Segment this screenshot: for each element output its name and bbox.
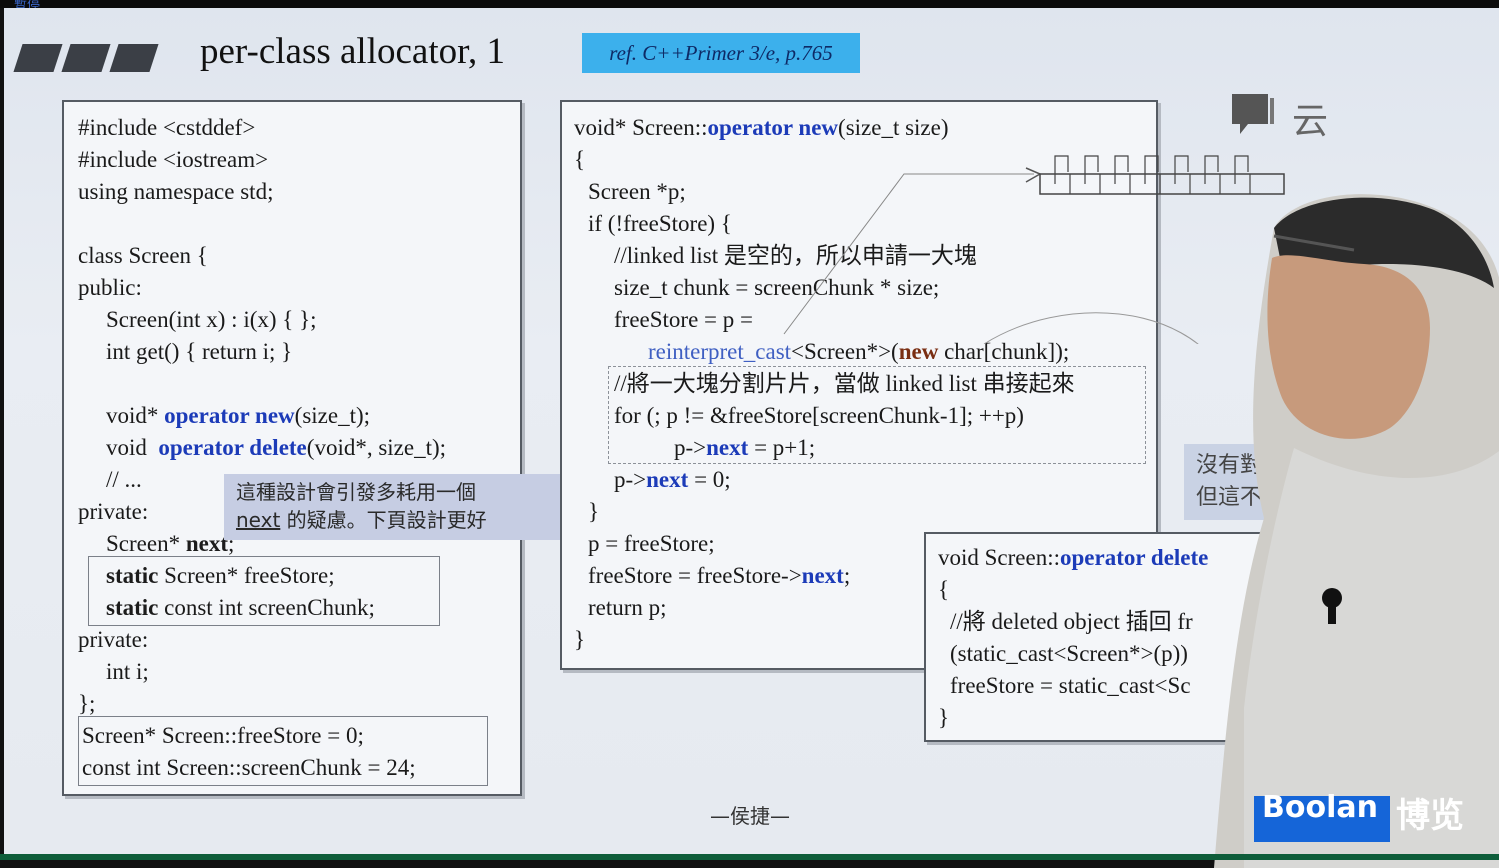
code-line: #include <iostream> (78, 147, 269, 172)
code-line: // ... (106, 467, 142, 492)
code-line: int i; (106, 659, 149, 684)
code-line: const int Screen::screenChunk = 24; (82, 755, 416, 780)
title-decoration (61, 44, 111, 72)
brand-watermark: 云 (1226, 90, 1328, 142)
reference-badge: ref. C++Primer 3/e, p.765 (582, 33, 860, 73)
code-line: void* operator new(size_t); (106, 403, 371, 428)
code-line: freeStore = p = (614, 307, 753, 332)
code-line: private: (78, 627, 149, 652)
code-line: p = freeStore; (588, 531, 715, 556)
class-declaration-box: #include <cstddef> #include <iostream> u… (62, 100, 522, 796)
code-line: #include <cstddef> (78, 115, 256, 140)
code-line: static const int screenChunk; (106, 595, 375, 620)
note-line: next 的疑慮。下頁設計更好 (236, 508, 487, 532)
pointer-arrow-head (1025, 167, 1042, 183)
chat-bubble-icon (1232, 94, 1274, 134)
code-line: using namespace std; (78, 179, 274, 204)
code-line: if (!freeStore) { (588, 211, 732, 236)
slide-title: per-class allocator, 1 (200, 31, 505, 72)
code-line: Screen(int x) : i(x) { }; (106, 307, 317, 332)
slide-footer: —侯捷— (710, 804, 790, 828)
video-top-bar (0, 0, 1499, 8)
video-progress-strip[interactable] (0, 854, 1499, 860)
boolan-logo: Boolan (1262, 790, 1378, 825)
code-line: Screen *p; (588, 179, 686, 204)
code-line: } (588, 499, 600, 524)
design-note-popup: 這種設計會引發多耗用一個 next 的疑慮。下頁設計更好 (224, 474, 566, 540)
code-line: //將 deleted object 插回 fr (950, 609, 1193, 634)
code-line: (static_cast<Screen*>(p)) (950, 641, 1188, 666)
code-line: void Screen::operator delete (938, 545, 1209, 570)
code-line: void* Screen::operator new(size_t size) (574, 115, 949, 140)
code-line: { (938, 577, 950, 602)
code-line: return p; (588, 595, 667, 620)
code-line: for (; p != &freeStore[screenChunk-1]; +… (614, 403, 1024, 428)
title-decoration (13, 44, 63, 72)
code-line: } (574, 627, 586, 652)
code-line: //將一大塊分割片片，當做 linked list 串接起來 (614, 371, 1075, 396)
code-line: { (574, 147, 586, 172)
watermark-text: 云 (1292, 101, 1329, 142)
microphone-icon (1322, 588, 1342, 608)
curved-connector (983, 312, 1199, 344)
face (1267, 255, 1430, 439)
boolan-logo-cn: 博览 (1396, 796, 1464, 836)
code-line: public: (78, 275, 142, 300)
pointer-arrow-line (783, 173, 1034, 335)
code-line: p->next = 0; (614, 467, 731, 492)
lecture-slide: per-class allocator, 1 ref. C++Primer 3/… (4, 8, 1499, 868)
title-decoration (109, 44, 159, 72)
code-line: freeStore = static_cast<Sc (950, 673, 1191, 698)
code-line: Screen* Screen::freeStore = 0; (82, 723, 364, 748)
code-line: } (938, 705, 950, 730)
code-line: void operator delete(void*, size_t); (106, 435, 447, 460)
code-line: int get() { return i; } (106, 339, 293, 364)
code-line: class Screen { (78, 243, 208, 268)
note-line: 這種設計會引發多耗用一個 (236, 480, 476, 504)
code-line: p->next = p+1; (674, 435, 816, 460)
code-line: static Screen* freeStore; (106, 563, 335, 588)
lecturer-figure (1214, 194, 1499, 868)
code-line: private: (78, 499, 149, 524)
code-line: freeStore = freeStore->next; (588, 563, 851, 588)
